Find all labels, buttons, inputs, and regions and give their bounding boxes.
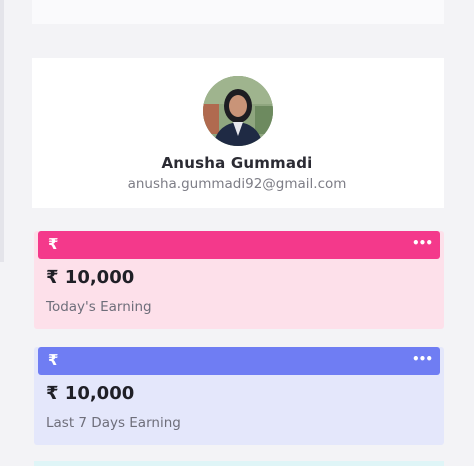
avatar[interactable] — [203, 76, 273, 146]
avatar-photo — [203, 76, 273, 146]
top-bar — [32, 0, 444, 24]
earning-amount: ₹ 10,000 — [46, 267, 135, 288]
earning-label: Today's Earning — [46, 299, 152, 315]
todays-earning-card[interactable]: ₹ ••• ₹ 10,000 Today's Earning — [34, 231, 444, 329]
rupee-icon: ₹ — [48, 235, 59, 253]
card-header: ₹ ••• — [38, 347, 440, 375]
earning-amount: ₹ 10,000 — [46, 383, 135, 404]
card-header: ₹ ••• — [38, 231, 440, 259]
more-horizontal-icon[interactable]: ••• — [412, 352, 433, 366]
next-card-edge — [34, 461, 444, 466]
profile-name: Anusha Gummadi — [161, 154, 313, 172]
earning-label: Last 7 Days Earning — [46, 415, 181, 431]
profile-email: anusha.gummadi92@gmail.com — [127, 176, 347, 192]
rupee-icon: ₹ — [48, 351, 59, 369]
more-horizontal-icon[interactable]: ••• — [412, 236, 433, 250]
last-7-days-earning-card[interactable]: ₹ ••• ₹ 10,000 Last 7 Days Earning — [34, 347, 444, 445]
sidebar-edge — [0, 0, 4, 262]
